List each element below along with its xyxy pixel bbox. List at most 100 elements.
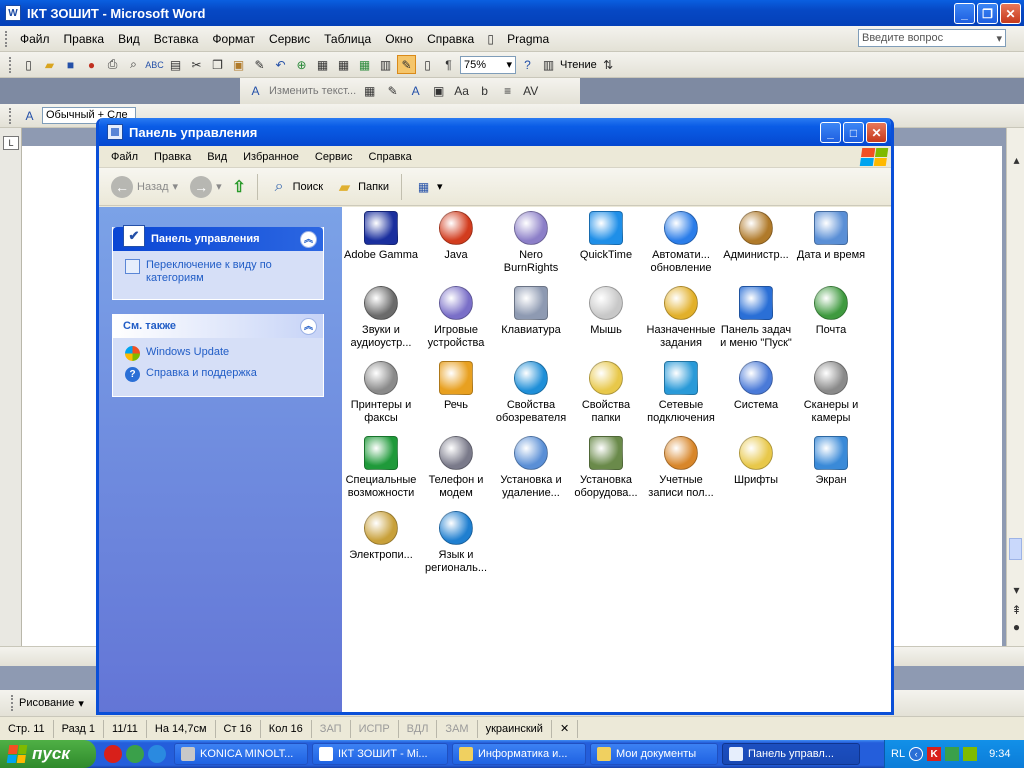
cp-menu-help[interactable]: Справка — [361, 151, 420, 163]
wordart-icon[interactable]: A — [246, 82, 265, 101]
spelling-status-icon[interactable]: ✕ — [552, 719, 579, 738]
word-close-button[interactable]: ✕ — [1000, 3, 1021, 24]
windows-update-link[interactable]: Windows Update — [125, 346, 315, 361]
word-minimize-button[interactable]: _ — [954, 3, 975, 24]
folders-button[interactable]: ▰ Папки — [331, 177, 393, 196]
styles-icon[interactable]: A — [20, 106, 39, 125]
see-also-header[interactable]: См. также ︽ — [113, 314, 323, 338]
cp-item[interactable]: Учетные записи пол... — [642, 436, 720, 500]
status-record[interactable]: ЗАП — [312, 719, 351, 738]
text-wrap-icon[interactable]: ▣ — [429, 82, 448, 101]
opera-icon[interactable] — [104, 745, 122, 763]
same-height-icon[interactable]: Aa — [452, 82, 471, 101]
clock[interactable]: 9:34 — [989, 748, 1010, 760]
menu-table[interactable]: Таблица — [317, 32, 378, 46]
word-restore-button[interactable]: ❐ — [977, 3, 998, 24]
task-box-header[interactable]: ✔ Панель управления ︽ — [113, 225, 323, 251]
status-extend[interactable]: ВДЛ — [399, 719, 438, 738]
chevron-down-icon[interactable]: ▾ — [78, 697, 84, 710]
print-preview-icon[interactable]: ⌕ — [124, 55, 143, 74]
cp-item[interactable]: Установка оборудова... — [567, 436, 645, 500]
cp-item[interactable]: Панель задач и меню "Пуск" — [717, 286, 795, 350]
messenger-icon[interactable] — [126, 745, 144, 763]
spelling-icon[interactable]: ABC — [145, 55, 164, 74]
cp-menu-edit[interactable]: Правка — [146, 151, 199, 163]
drawing-menu[interactable]: Рисование — [19, 697, 74, 709]
help-support-link[interactable]: ? Справка и поддержка — [125, 367, 315, 382]
insert-excel-icon[interactable]: ▦ — [355, 55, 374, 74]
cp-item[interactable]: Свойства обозревателя — [492, 361, 570, 425]
chevron-down-icon[interactable]: ▾ — [996, 32, 1002, 45]
taskbar-button[interactable]: Мои документы — [590, 743, 718, 765]
word-app-icon[interactable]: W — [5, 5, 21, 21]
research-icon[interactable]: ▤ — [166, 55, 185, 74]
insert-table-icon[interactable]: ▦ — [334, 55, 353, 74]
cp-item[interactable]: Назначенные задания — [642, 286, 720, 350]
start-button[interactable]: пуск — [0, 740, 96, 768]
up-folder-icon[interactable]: ⇧ — [230, 177, 249, 196]
status-overtype[interactable]: ЗАМ — [437, 719, 478, 738]
cp-item[interactable]: Клавиатура — [492, 286, 570, 337]
vertical-text-icon[interactable]: b — [475, 82, 494, 101]
cp-item[interactable]: Мышь — [567, 286, 645, 337]
cp-item[interactable]: Шрифты — [717, 436, 795, 487]
back-button[interactable]: ← Назад ▾ — [107, 175, 182, 198]
cp-item[interactable]: QuickTime — [567, 211, 645, 262]
print-icon[interactable]: ⎙ — [103, 55, 122, 74]
control-panel-icon[interactable] — [107, 124, 123, 140]
collapse-icon[interactable]: ︽ — [300, 317, 317, 335]
undo-icon[interactable]: ↶ — [271, 55, 290, 74]
document-map-icon[interactable]: ▯ — [418, 55, 437, 74]
cp-item[interactable]: Система — [717, 361, 795, 412]
collapse-icon[interactable]: ︽ — [300, 230, 317, 248]
spacing-icon[interactable]: AV — [521, 82, 540, 101]
cp-item[interactable]: Экран — [792, 436, 870, 487]
search-button[interactable]: ⌕ Поиск — [266, 177, 327, 196]
tray-expand-icon[interactable]: ‹ — [909, 747, 924, 761]
antivirus-icon[interactable]: K — [927, 747, 942, 761]
permission-icon[interactable]: ● — [82, 55, 101, 74]
cp-item[interactable]: Java — [417, 211, 495, 262]
paste-icon[interactable]: ▣ — [229, 55, 248, 74]
status-language[interactable]: украинский — [478, 719, 552, 738]
open-folder-icon[interactable]: ▰ — [40, 55, 59, 74]
word-title-bar[interactable]: W ІКТ ЗОШИТ - Microsoft Word _ ❐ ✕ — [0, 0, 1024, 26]
cp-item[interactable]: Свойства папки — [567, 361, 645, 425]
cp-title-bar[interactable]: Панель управления _ □ ✕ — [99, 118, 891, 146]
menu-format[interactable]: Формат — [205, 32, 262, 46]
read-button[interactable]: Чтение — [560, 59, 597, 71]
menu-tools[interactable]: Сервис — [262, 32, 317, 46]
menu-help[interactable]: Справка — [420, 32, 481, 46]
new-document-icon[interactable]: ▯ — [19, 55, 38, 74]
views-button[interactable]: ▦ ▾ — [410, 177, 447, 196]
wordart-shape-icon[interactable]: A — [406, 82, 425, 101]
cp-minimize-button[interactable]: _ — [820, 122, 841, 143]
zoom-combo[interactable]: 75% ▾ — [460, 55, 516, 74]
columns-icon[interactable]: ▥ — [376, 55, 395, 74]
cp-item[interactable]: Adobe Gamma — [342, 211, 420, 262]
cp-item[interactable]: Дата и время — [792, 211, 870, 262]
cp-item[interactable]: Сетевые подключения — [642, 361, 720, 425]
language-indicator[interactable]: RL — [891, 748, 905, 760]
wordart-gallery-icon[interactable]: ▦ — [360, 82, 379, 101]
edit-text-button[interactable]: Изменить текст... — [269, 85, 356, 97]
cp-item[interactable]: Телефон и модем — [417, 436, 495, 500]
cp-item[interactable]: Nero BurnRights — [492, 211, 570, 275]
cp-item[interactable]: Игровые устройства — [417, 286, 495, 350]
taskbar-button[interactable]: KONICA MINOLT... — [174, 743, 308, 765]
cp-close-button[interactable]: ✕ — [866, 122, 887, 143]
format-painter-icon[interactable]: ✎ — [250, 55, 269, 74]
menu-view[interactable]: Вид — [111, 32, 147, 46]
network-tray-icon[interactable] — [945, 747, 960, 761]
ask-question-box[interactable]: Введите вопрос ▾ — [858, 29, 1006, 47]
tab-selector-icon[interactable]: L — [3, 136, 19, 150]
cut-icon[interactable]: ✂ — [187, 55, 206, 74]
cp-item[interactable]: Электропи... — [342, 511, 420, 562]
cp-item[interactable]: Администр... — [717, 211, 795, 262]
taskbar-button[interactable]: Панель управл... — [722, 743, 860, 765]
status-track-changes[interactable]: ИСПР — [351, 719, 399, 738]
show-hide-icon[interactable]: ¶ — [439, 55, 458, 74]
cp-item[interactable]: Звуки и аудиоустр... — [342, 286, 420, 350]
menu-window[interactable]: Окно — [378, 32, 420, 46]
cp-item[interactable]: Установка и удаление... — [492, 436, 570, 500]
